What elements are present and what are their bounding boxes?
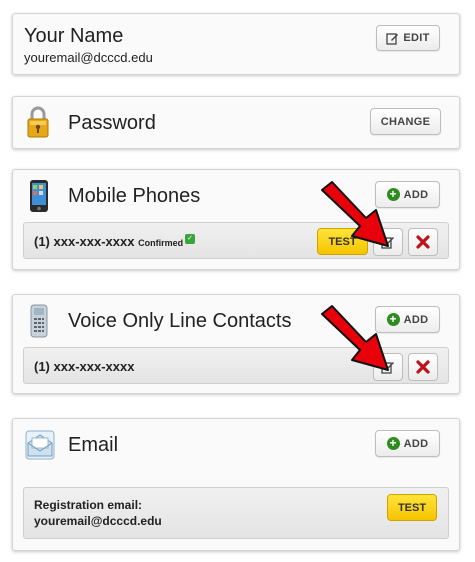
envelope-icon [25, 430, 55, 460]
test-email-button[interactable]: TEST [387, 494, 437, 521]
registration-email-row: Registration email: youremail@dcccd.edu … [23, 487, 449, 539]
password-title: Password [68, 112, 156, 134]
mobile-phones-title: Mobile Phones [68, 185, 201, 207]
email-card: Email + ADD Registration email: youremai… [12, 418, 460, 551]
registration-email-label: Registration email: [34, 498, 143, 512]
registration-email-value: youremail@dcccd.edu [34, 514, 162, 528]
delete-x-icon [416, 235, 430, 249]
password-card: Password CHANGE [12, 96, 460, 149]
add-label: ADD [403, 437, 429, 450]
plus-icon: + [386, 437, 400, 450]
confirmed-status: Confirmed [138, 238, 184, 248]
add-email-button[interactable]: + ADD [375, 430, 440, 457]
add-label: ADD [403, 188, 429, 201]
add-label: ADD [403, 313, 429, 326]
edit-label: EDIT [403, 32, 430, 44]
email-title: Email [68, 434, 119, 456]
edit-icon [386, 32, 399, 45]
delete-mobile-button[interactable] [408, 228, 438, 256]
profile-email: youremail@dcccd.edu [24, 50, 153, 65]
profile-card: Your Name youremail@dcccd.edu EDIT [12, 13, 460, 75]
confirmed-badge: ✓ [185, 234, 195, 244]
padlock-icon [27, 106, 49, 138]
delete-x-icon [416, 360, 430, 374]
phone-number-text: (1) xxx-xxx-xxxx [34, 234, 135, 249]
voice-phone-number: (1) xxx-xxx-xxxx [34, 359, 135, 374]
landline-phone-icon [30, 304, 48, 338]
mobile-phone-icon [30, 180, 48, 212]
delete-voice-button[interactable] [408, 353, 438, 381]
voice-contacts-title: Voice Only Line Contacts [68, 310, 292, 332]
change-password-button[interactable]: CHANGE [370, 108, 441, 135]
annotation-arrow-mobile-edit [321, 181, 389, 247]
mobile-phone-number: (1) xxx-xxx-xxxx Confirmed ✓ [34, 234, 195, 249]
annotation-arrow-voice-edit [321, 305, 389, 371]
profile-name: Your Name [24, 25, 124, 47]
edit-profile-button[interactable]: EDIT [376, 25, 440, 51]
